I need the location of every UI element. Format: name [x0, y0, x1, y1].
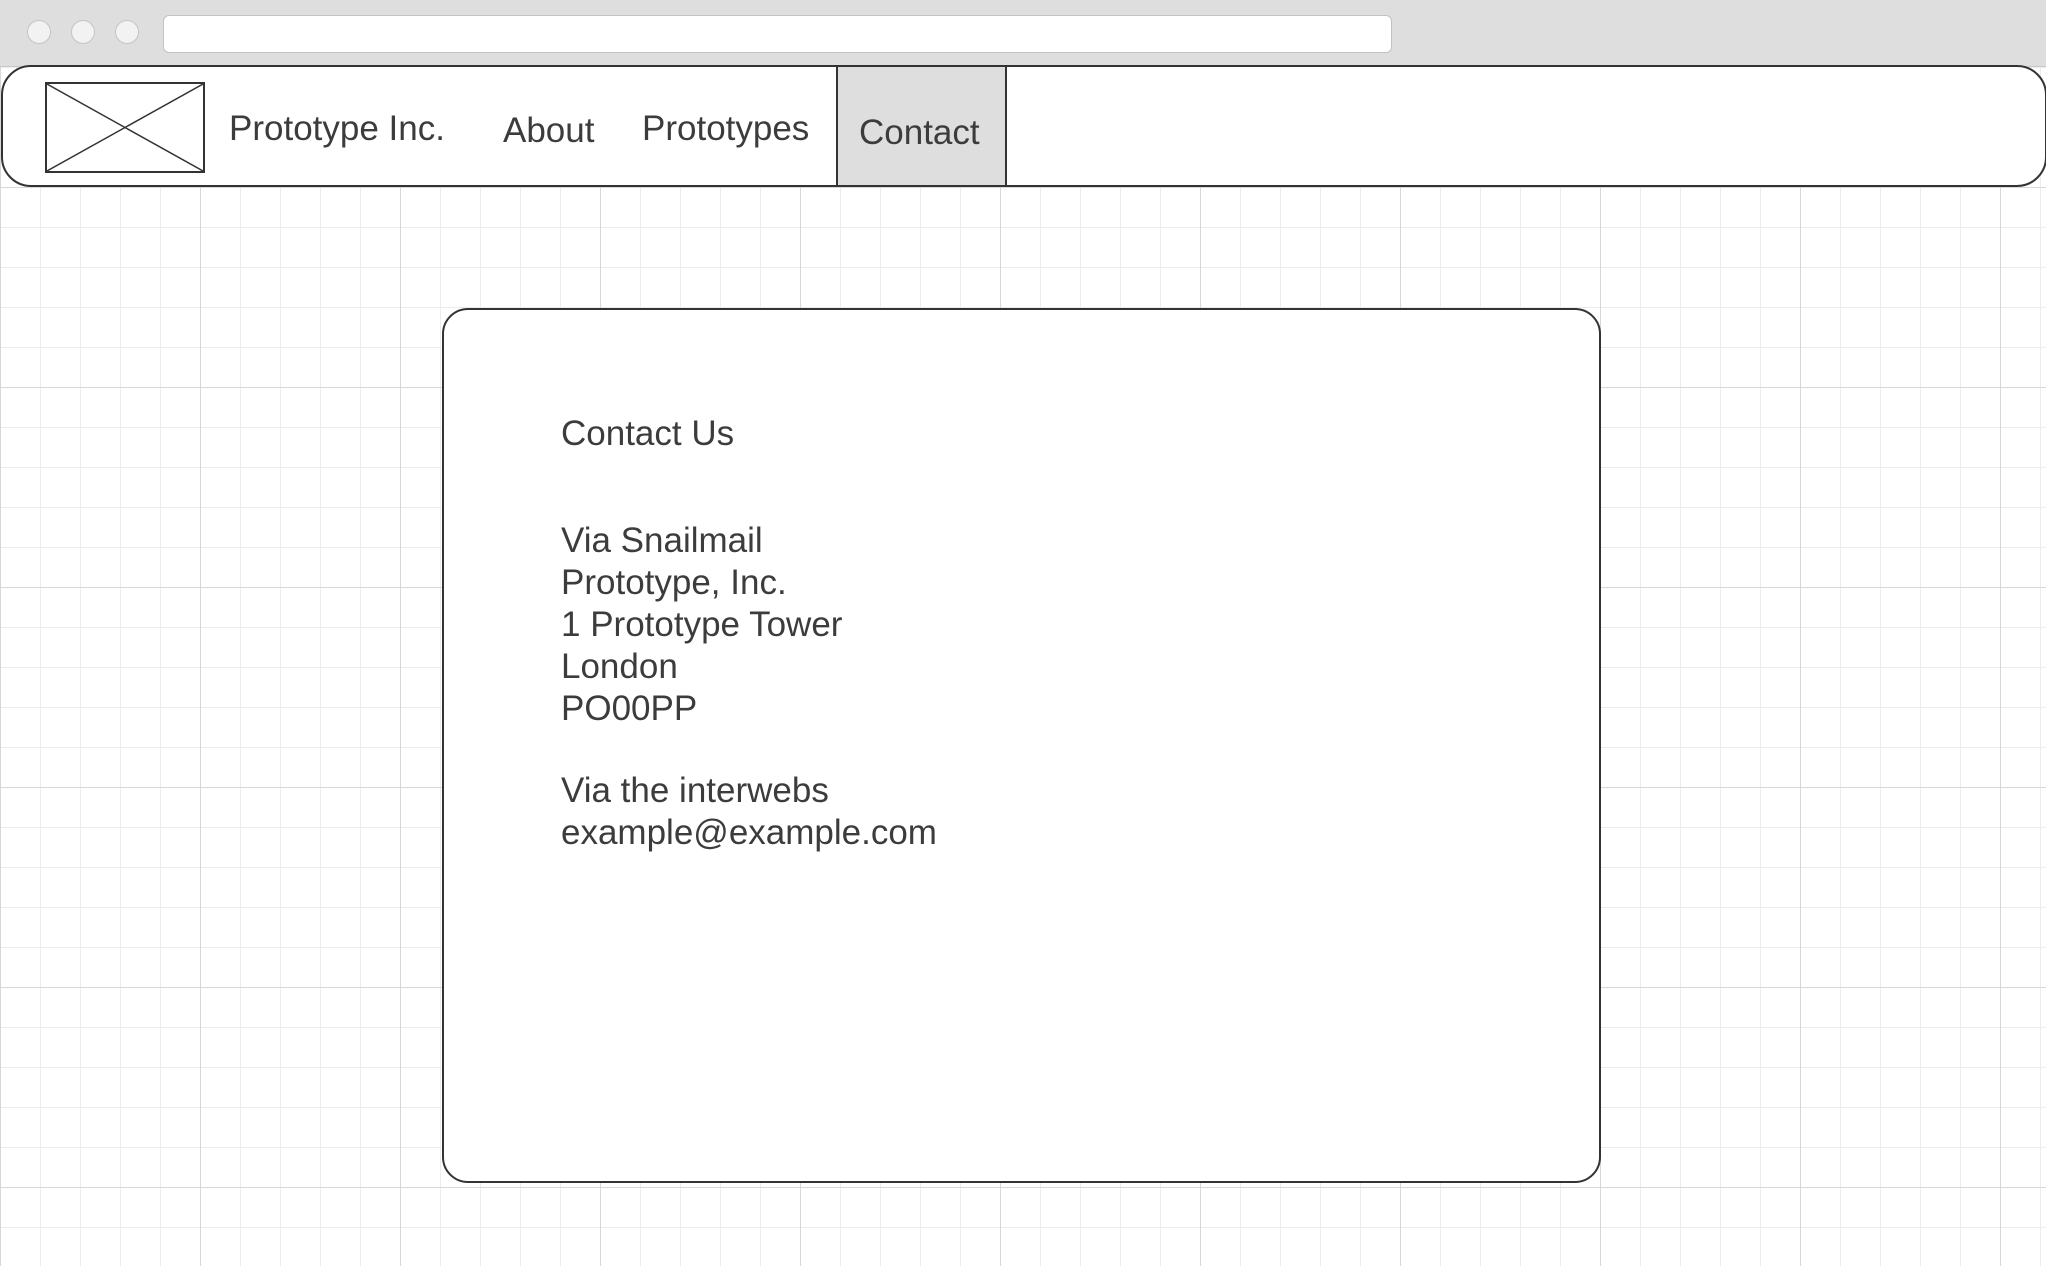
address-line-company: Prototype, Inc.: [561, 563, 787, 602]
window-minimize-button[interactable]: [71, 20, 95, 44]
logo-placeholder[interactable]: [45, 82, 205, 173]
email-link[interactable]: example@example.com: [561, 812, 937, 854]
snailmail-title: Via Snailmail: [561, 521, 763, 560]
contact-card: Contact Us Via Snailmail Prototype, Inc.…: [442, 308, 1601, 1183]
brand-name[interactable]: Prototype Inc.: [229, 111, 445, 146]
address-line-city: London: [561, 647, 678, 686]
contact-heading: Contact Us: [561, 414, 735, 453]
browser-toolbar: [0, 0, 2046, 67]
nav-item-contact-label: Contact: [859, 113, 980, 152]
address-line-street: 1 Prototype Tower: [561, 605, 843, 644]
nav-item-contact[interactable]: Contact: [836, 67, 1007, 185]
window-maximize-button[interactable]: [115, 20, 139, 44]
nav-item-about[interactable]: About: [503, 113, 594, 148]
web-section: Via the interwebs example@example.com: [561, 770, 937, 854]
address-line-postcode: PO00PP: [561, 689, 698, 728]
web-title: Via the interwebs: [561, 771, 829, 810]
image-placeholder-icon: [47, 84, 203, 171]
address-bar[interactable]: [163, 15, 1392, 53]
nav-item-prototypes[interactable]: Prototypes: [642, 111, 809, 146]
snailmail-section: Via Snailmail Prototype, Inc. 1 Prototyp…: [561, 520, 842, 730]
nav-bar: Prototype Inc. About Prototypes Contact: [1, 65, 2046, 187]
window-close-button[interactable]: [27, 20, 51, 44]
